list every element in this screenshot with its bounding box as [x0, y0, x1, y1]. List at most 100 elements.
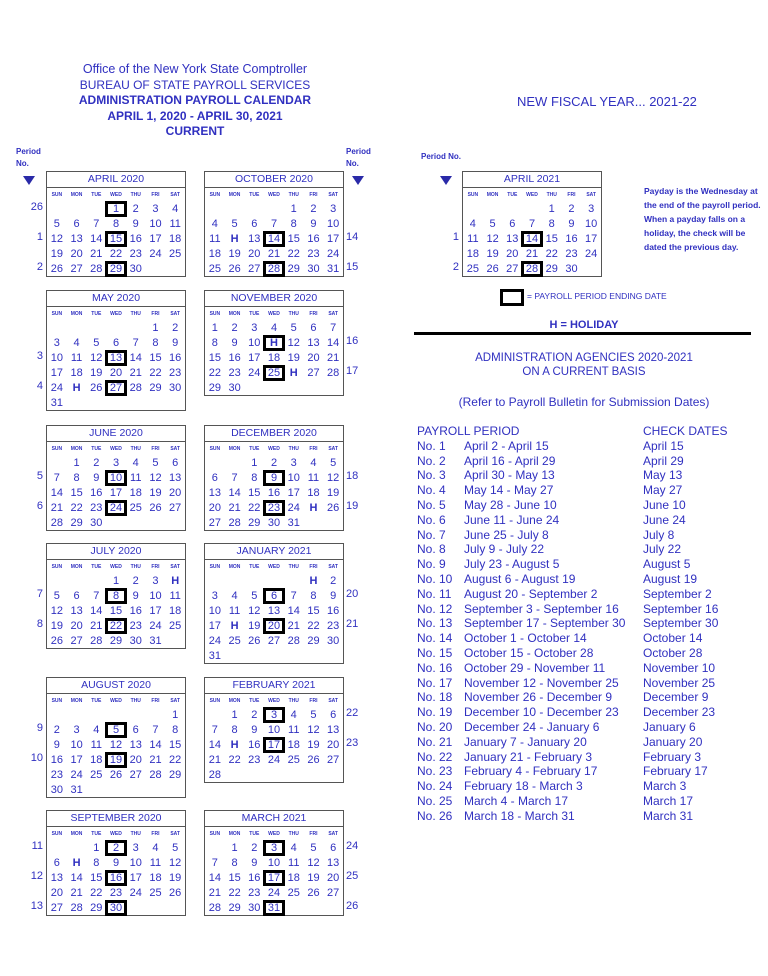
calendar-day: 9 [93, 471, 100, 484]
period-number: 7 [36, 588, 43, 600]
weekday-header: SUN MON TUE WED THU FRI SAT [47, 442, 185, 455]
empty-day [284, 574, 304, 588]
period-end-day: 1 [105, 200, 127, 217]
calendar-day: 10 [149, 217, 162, 230]
empty-day [86, 202, 106, 216]
calendar-day: 21 [228, 501, 241, 514]
weekday-label: FRI [309, 697, 318, 704]
header-current: CURRENT [165, 124, 225, 138]
calendar-day: 10 [327, 217, 340, 230]
period-range-cell: August 6 - August 19 [464, 571, 576, 586]
period-end-day: 24 [105, 499, 127, 516]
week-row: 3456789 [205, 587, 343, 604]
week-row: 1 [47, 707, 185, 722]
week-row: 6 7 8 9 10 11 12 [205, 469, 343, 486]
weekday-label: FRI [309, 830, 318, 837]
calendar-day: 30 [129, 634, 142, 647]
calendar-day: 9 [310, 217, 317, 230]
calendar-day: 5 [489, 217, 496, 230]
period-number-cell: No. 19 [417, 705, 453, 720]
calendar-day: 14 [208, 738, 221, 751]
calendar-day: 12 [287, 336, 300, 349]
holiday-period-end-day: H [263, 334, 285, 351]
calendar-day: 23 [50, 768, 63, 781]
calendar-day: 30 [307, 262, 320, 275]
calendar-day: 24 [267, 753, 281, 766]
period-range-cell: June 25 - July 8 [464, 527, 549, 542]
period-number-cell: No. 8 [417, 542, 446, 557]
period-number: 23 [346, 737, 359, 749]
calendar-day: 30 [228, 381, 241, 394]
empty-day [146, 516, 166, 530]
calendar-day: 17 [287, 486, 300, 499]
calendar-day: 28 [208, 901, 221, 914]
week-row: 7 8 9 10 11 12 13 [205, 855, 343, 870]
empty-day [284, 649, 304, 663]
empty-day [284, 901, 304, 915]
period-end-day: 17 [263, 869, 285, 886]
calendar-day: 11 [209, 232, 221, 245]
weekday-label: WED [110, 563, 122, 570]
calendar-day: 9 [112, 856, 120, 869]
calendar-day: 23 [109, 886, 123, 899]
week-row: 31 [47, 395, 185, 410]
calendar-day: 5 [93, 336, 100, 349]
month-title: MAY 2020 [47, 291, 185, 307]
calendar-day: 3 [211, 589, 218, 602]
period-number-cell: No. 21 [417, 734, 453, 749]
calendar-day: 16 [248, 738, 261, 751]
calendar-day: 19 [90, 366, 103, 379]
table-row: No. 11 August 20 - September 2 September 2 [417, 587, 727, 602]
calendar-day: 13 [70, 604, 83, 617]
calendar-day: 6 [330, 841, 337, 854]
calendar-day: 28 [70, 901, 83, 914]
empty-day [522, 202, 542, 216]
calendar-day: 14 [208, 871, 221, 884]
weekday-header: SUN MON TUE WED THU FRI SAT [47, 827, 185, 840]
period-range-cell: September 17 - September 30 [464, 616, 626, 631]
period-number-cell: No. 26 [417, 808, 453, 823]
calendar-day: 9 [53, 738, 60, 751]
period-number-cell: No. 23 [417, 764, 453, 779]
down-triangle-icon [23, 176, 35, 185]
weekday-label: FRI [309, 310, 318, 317]
period-number-cell: No. 2 [417, 453, 446, 468]
week-row: 31 [205, 648, 343, 663]
calendar-day: 26 [50, 634, 63, 647]
month-calendar: JUNE 2020 SUN MON TUE WED THU FRI SAT 1 2 3 4 5 6 7 8 9 1… [46, 425, 186, 531]
calendar-day: 18 [129, 486, 142, 499]
calendar-day: 12 [486, 232, 499, 245]
empty-day [323, 768, 343, 782]
calendar-day: 24 [149, 619, 162, 632]
period-end-day: 27 [105, 379, 127, 396]
calendar-day: 15 [90, 871, 103, 884]
week-row: 28 29 30 31 [205, 899, 343, 916]
month-title: OCTOBER 2020 [205, 172, 343, 188]
calendar-day: 31 [287, 516, 300, 529]
calendar-day: 31 [208, 649, 221, 662]
calendar-day: 22 [307, 619, 320, 632]
calendar-day: 26 [228, 262, 241, 275]
calendar-day: 8 [211, 336, 218, 349]
header-check-dates: CHECK DATES [643, 424, 728, 438]
empty-day [205, 202, 225, 216]
table-row: No. 2 April 16 - April 29 April 29 [417, 454, 727, 469]
weekday-label: TUE [249, 563, 260, 570]
empty-day [47, 708, 67, 722]
calendar-day: 8 [112, 217, 120, 230]
period-number-cell: No. 18 [417, 690, 453, 705]
period-number-cell: No. 7 [417, 527, 446, 542]
header-payroll-period: PAYROLL PERIOD [417, 424, 520, 438]
calendar-day: 22 [208, 366, 221, 379]
calendar-day: 30 [267, 516, 281, 529]
calendar-day: 30 [248, 901, 261, 914]
calendar-day: 8 [73, 471, 80, 484]
month-title: MARCH 2021 [205, 811, 343, 827]
period-end-day: 13 [105, 349, 127, 366]
calendar-day: 24 [208, 634, 221, 647]
period-number-cell: No. 13 [417, 616, 453, 631]
weekday-label: SAT [328, 191, 338, 198]
calendar-day: 22 [70, 501, 83, 514]
weekday-header: SUN MON TUE WED THU FRI SAT [205, 442, 343, 455]
period-end-day: 16 [105, 869, 127, 886]
